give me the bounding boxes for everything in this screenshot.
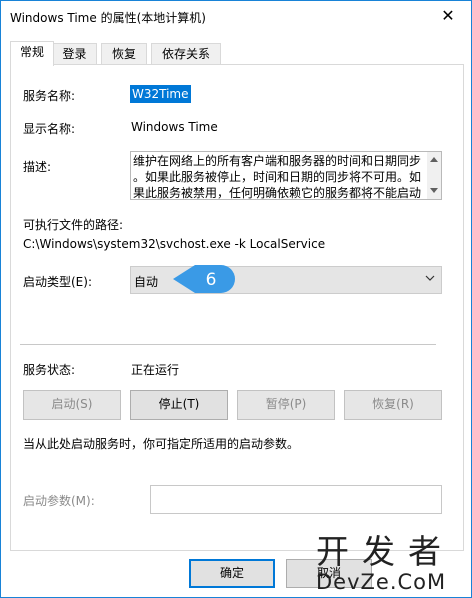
title-bar[interactable]: Windows Time 的属性(本地计算机) ✕ [1,1,471,32]
callout-badge: 6 [173,265,235,293]
description-scrollbar[interactable] [427,152,441,199]
description-line: 。如果此服务被停止，时间和日期的同步将不可用。如 [133,170,422,184]
close-icon[interactable]: ✕ [425,1,471,32]
exe-path-label: 可执行文件的路径: [23,218,124,232]
description-text: 维护在网络上的所有客户端和服务器的时间和日期同步 。如果此服务被停止，时间和日期… [133,153,423,200]
scroll-up-icon[interactable] [430,157,438,162]
pause-button[interactable]: 暂停(P) [237,390,335,420]
exe-path-value: C:\Windows\system32\svchost.exe -k Local… [23,237,326,251]
watermark-line2: DevZe.CoM [316,570,447,594]
start-params-label: 启动参数(M): [23,494,95,508]
service-name-value[interactable]: W32Time [130,85,191,103]
display-name-value[interactable]: Windows Time [131,120,218,134]
properties-window: Windows Time 的属性(本地计算机) ✕ 常规 登录 恢复 依存关系 … [0,0,472,598]
service-status-label: 服务状态: [23,363,76,377]
start-params-input[interactable] [150,485,442,514]
start-button[interactable]: 启动(S) [23,390,121,420]
watermark: 开发者 DevZe.CoM [316,534,472,598]
description-label: 描述: [23,160,52,174]
startup-type-value: 自动 [134,275,159,289]
service-status-value: 正在运行 [131,363,180,377]
stop-button[interactable]: 停止(T) [130,390,228,420]
display-name-label: 显示名称: [23,122,76,136]
resume-button[interactable]: 恢复(R) [344,390,442,420]
description-line: 果此服务被禁用，任何明确依赖它的服务都将不能启动 [133,186,422,200]
ok-button[interactable]: 确定 [189,559,275,588]
chevron-down-icon [425,275,435,281]
general-panel [10,64,464,551]
watermark-line1: 开发者 [316,532,454,571]
tab-dependencies[interactable]: 依存关系 [151,43,221,65]
description-box[interactable]: 维护在网络上的所有客户端和服务器的时间和日期同步 。如果此服务被停止，时间和日期… [130,151,442,200]
tab-logon[interactable]: 登录 [52,43,97,65]
scroll-down-icon[interactable] [430,188,438,193]
divider [20,344,436,345]
window-title: Windows Time 的属性(本地计算机) [10,11,206,25]
tab-general[interactable]: 常规 [10,41,54,66]
service-name-label: 服务名称: [23,89,76,103]
description-line: 维护在网络上的所有客户端和服务器的时间和日期同步 [133,154,422,168]
tab-recovery[interactable]: 恢复 [101,43,147,65]
startup-type-label: 启动类型(E): [23,275,92,289]
start-params-hint: 当从此处启动服务时，你可指定所适用的启动参数。 [23,437,300,451]
callout-number: 6 [206,270,217,290]
